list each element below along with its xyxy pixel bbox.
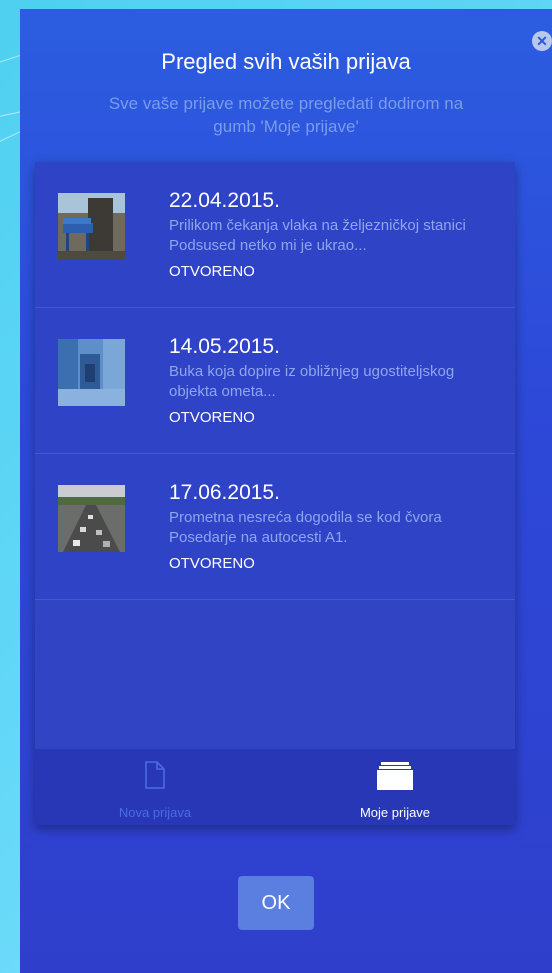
close-icon[interactable]: ✕ (532, 31, 552, 51)
dialog-subtitle: Sve vaše prijave možete pregledati dodir… (108, 94, 464, 136)
report-status: OTVORENO (169, 409, 255, 426)
report-description: Buka koja dopire iz obližnjeg ugostitelj… (169, 363, 455, 400)
report-description: Prilikom čekanja vlaka na željezničkoj s… (169, 217, 466, 254)
report-date: 22.04.2015. (169, 189, 280, 212)
list-item[interactable]: 22.04.2015. Prilikom čekanja vlaka na že… (35, 162, 515, 308)
report-photo (58, 193, 125, 260)
reports-list: 22.04.2015. Prilikom čekanja vlaka na že… (35, 162, 515, 600)
report-date: 14.05.2015. (169, 335, 280, 358)
list-item[interactable]: 14.05.2015. Buka koja dopire iz obližnje… (35, 308, 515, 454)
tab-label: Nova prijava (118, 805, 192, 820)
document-icon (145, 761, 165, 794)
report-description: Prometna nesreća dogodila se kod čvora P… (169, 509, 442, 546)
report-date: 17.06.2015. (169, 481, 280, 504)
report-photo (58, 339, 125, 406)
ok-button[interactable]: OK (238, 876, 314, 930)
tab-bar: Nova prijava Moje prijave (35, 749, 515, 825)
stack-icon (377, 761, 413, 796)
dialog-title: Pregled svih vaših prijava (161, 49, 411, 74)
report-photo (58, 485, 125, 552)
report-status: OTVORENO (169, 555, 255, 572)
tab-nova-prijava[interactable]: Nova prijava (35, 749, 275, 825)
list-item[interactable]: 17.06.2015. Prometna nesreća dogodila se… (35, 454, 515, 600)
reports-card: 22.04.2015. Prilikom čekanja vlaka na že… (35, 162, 515, 825)
tab-label: Moje prijave (359, 805, 431, 820)
tab-moje-prijave[interactable]: Moje prijave (275, 749, 515, 825)
report-status: OTVORENO (169, 263, 255, 280)
